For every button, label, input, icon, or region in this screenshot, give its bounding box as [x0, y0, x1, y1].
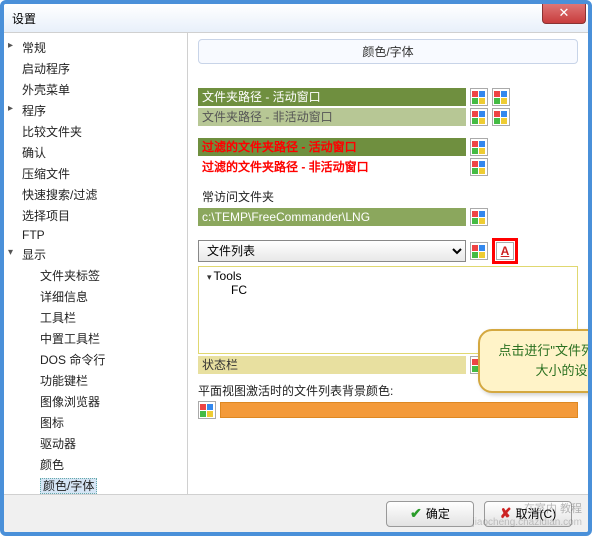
bg-color-preview — [220, 402, 578, 418]
color-grid-icon[interactable] — [492, 88, 510, 106]
color-grid-icon[interactable] — [492, 108, 510, 126]
tree-node-child[interactable]: FC — [203, 283, 573, 297]
tree-subitem[interactable]: 功能键栏 — [4, 370, 187, 391]
tree-subitem[interactable]: 驱动器 — [4, 433, 187, 454]
highlight-box: A — [492, 238, 518, 264]
tree-subitem[interactable]: 工具栏 — [4, 307, 187, 328]
tree-item[interactable]: 程序 — [4, 100, 187, 121]
nav-tree[interactable]: 常规启动程序外壳菜单程序比较文件夹确认压缩文件快速搜索/过滤选择项目FTP显示文… — [4, 33, 188, 494]
tree-item[interactable]: 快速搜索/过滤 — [4, 184, 187, 205]
color-grid-icon[interactable] — [470, 242, 488, 260]
tree-item[interactable]: FTP — [4, 226, 187, 244]
right-panel: 颜色/字体 文件夹路径 - 活动窗口 文件夹路径 - 非活动窗口 过滤的文件夹路… — [188, 33, 588, 494]
bar-statusbar: 状态栏 — [198, 356, 466, 374]
window-title: 设置 — [12, 10, 36, 27]
tree-subitem[interactable]: 图标 — [4, 412, 187, 433]
tree-item[interactable]: 启动程序 — [4, 58, 187, 79]
tree-subitem[interactable]: 文件夹标签 — [4, 265, 187, 286]
watermark-url: jiaocheng.chazidian.com — [472, 517, 582, 528]
color-grid-icon[interactable] — [198, 401, 216, 419]
tree-item[interactable]: 外壳菜单 — [4, 79, 187, 100]
annotation-callout: 点击进行"文件列表"字体大小的设置 — [478, 329, 588, 393]
tree-subitem[interactable]: 颜色 — [4, 454, 187, 475]
bar-favorites-path: c:\TEMP\FreeCommander\LNG — [198, 208, 466, 226]
tree-item[interactable]: 选择项目 — [4, 205, 187, 226]
tree-item[interactable]: 确认 — [4, 142, 187, 163]
content-area: 常规启动程序外壳菜单程序比较文件夹确认压缩文件快速搜索/过滤选择项目FTP显示文… — [4, 32, 588, 494]
tree-item[interactable]: 压缩文件 — [4, 163, 187, 184]
bar-filtered-active: 过滤的文件夹路径 - 活动窗口 — [198, 138, 466, 156]
tree-subitem[interactable]: 详细信息 — [4, 286, 187, 307]
tree-subitem[interactable]: 图像浏览器 — [4, 391, 187, 412]
watermark-text: 在室内 教程 — [524, 500, 582, 516]
tree-subitem[interactable]: DOS 命令行 — [4, 349, 187, 370]
settings-window: 设置 ✕ 常规启动程序外壳菜单程序比较文件夹确认压缩文件快速搜索/过滤选择项目F… — [0, 0, 592, 536]
color-grid-icon[interactable] — [470, 88, 488, 106]
color-grid-icon[interactable] — [470, 108, 488, 126]
panel-title: 颜色/字体 — [198, 39, 578, 64]
font-icon[interactable]: A — [496, 242, 514, 260]
ok-button[interactable]: ✔ 确定 — [386, 501, 474, 527]
tree-subitem[interactable]: 中置工具栏 — [4, 328, 187, 349]
color-grid-icon[interactable] — [470, 158, 488, 176]
bar-folderpath-inactive: 文件夹路径 - 非活动窗口 — [198, 108, 466, 126]
check-icon: ✔ — [410, 505, 422, 522]
close-button[interactable]: ✕ — [542, 2, 586, 24]
favorites-label: 常访问文件夹 — [198, 188, 466, 206]
tree-item[interactable]: 比较文件夹 — [4, 121, 187, 142]
tree-node-root[interactable]: Tools — [203, 269, 573, 283]
tree-item[interactable]: 常规 — [4, 37, 187, 58]
section-select[interactable]: 文件列表 — [198, 240, 466, 262]
bar-folderpath-active: 文件夹路径 - 活动窗口 — [198, 88, 466, 106]
titlebar[interactable]: 设置 ✕ — [4, 4, 588, 32]
color-grid-icon[interactable] — [470, 138, 488, 156]
close-icon: ✕ — [559, 5, 570, 21]
ok-label: 确定 — [426, 505, 450, 522]
bar-filtered-inactive: 过滤的文件夹路径 - 非活动窗口 — [198, 158, 466, 176]
tree-subitem[interactable]: 颜色/字体 — [4, 475, 187, 494]
color-grid-icon[interactable] — [470, 208, 488, 226]
tree-item[interactable]: 显示 — [4, 244, 187, 265]
